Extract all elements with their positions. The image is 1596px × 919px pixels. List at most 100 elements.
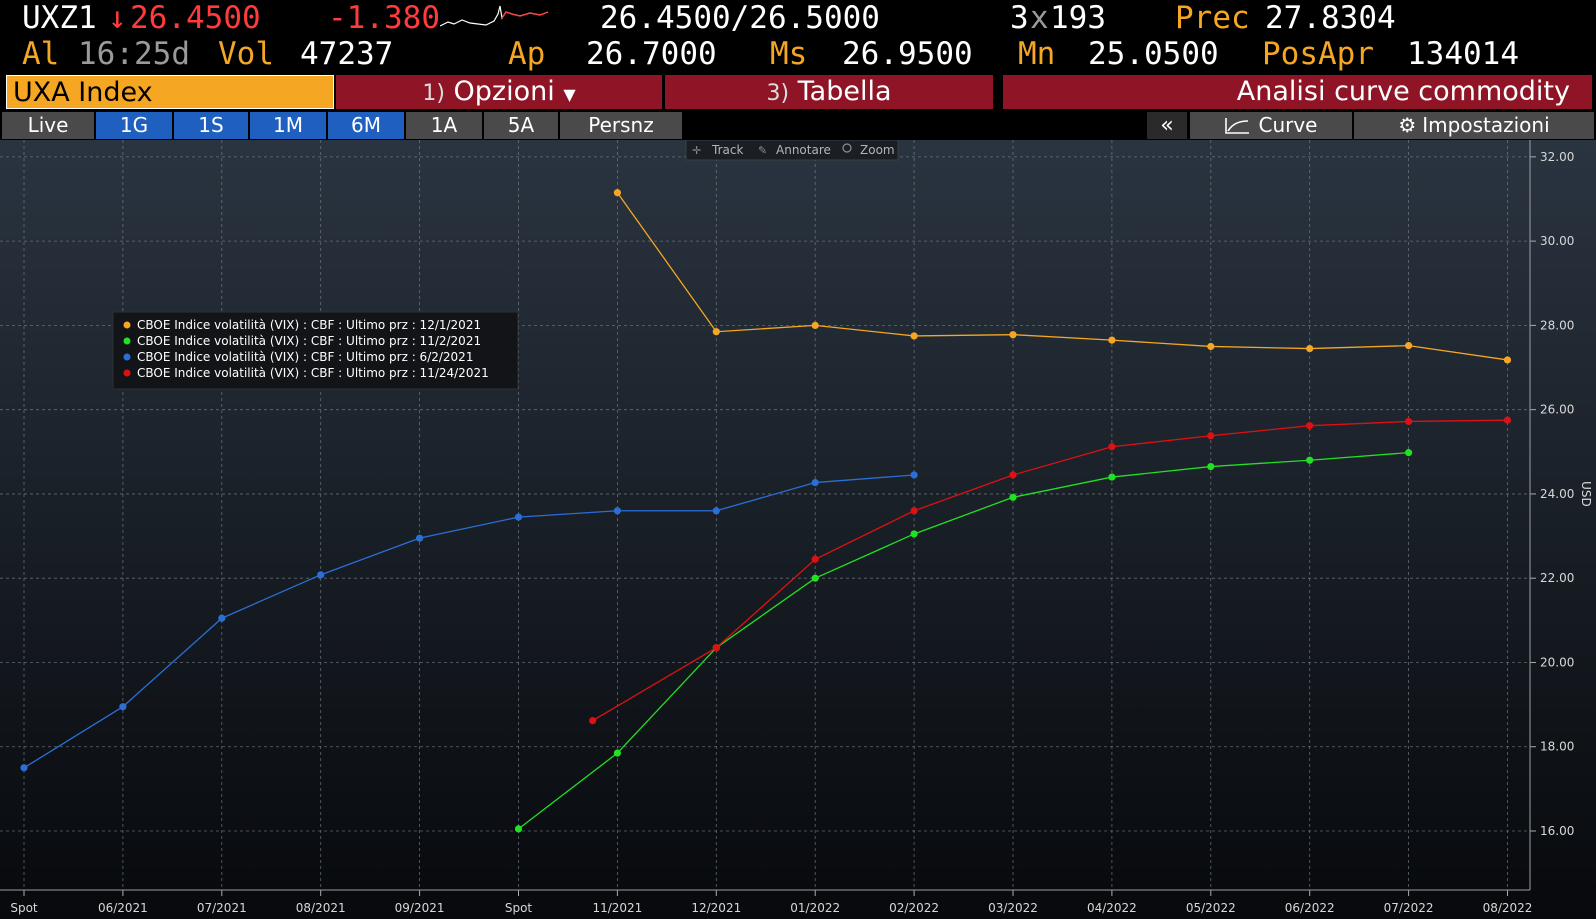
collapse-button[interactable]: « <box>1147 112 1187 139</box>
options-menu-button[interactable]: 1) Opzioni ▼ <box>336 75 662 109</box>
curves-button[interactable]: Curve <box>1190 112 1352 139</box>
x-tick-label: 06/2021 <box>98 901 148 915</box>
period-1a-label: 1A <box>430 113 458 137</box>
data-point <box>1108 336 1116 344</box>
x-tick-label: 05/2022 <box>1186 901 1236 915</box>
y-tick-label: 18.00 <box>1540 740 1574 754</box>
x-tick-label: 03/2022 <box>988 901 1038 915</box>
period-custom[interactable]: Persnz <box>560 112 682 139</box>
quote-line-1: UXZ1 ↓ 26.4500 -1.380 26.4500/26.5000 3 … <box>0 0 1596 36</box>
y-tick-label: 20.00 <box>1540 655 1574 669</box>
data-point <box>811 574 819 582</box>
data-point <box>1108 443 1116 451</box>
data-point <box>1503 356 1512 364</box>
y-tick-label: 30.00 <box>1540 234 1574 248</box>
data-point <box>317 571 325 579</box>
x-tick-label: 12/2021 <box>691 901 741 915</box>
legend-marker <box>123 337 131 345</box>
dropdown-arrow-icon: ▼ <box>563 85 576 104</box>
legend-marker <box>123 369 131 377</box>
quote-line-2: Al 16:25d Vol 47237 Ap 26.7000 Ms 26.950… <box>0 36 1596 72</box>
options-label: Opzioni <box>453 76 555 107</box>
x-tick-label: Spot <box>505 901 533 915</box>
data-point <box>811 321 819 329</box>
data-point <box>811 555 819 563</box>
bid-ask: 26.4500/26.5000 <box>600 0 880 36</box>
period-live[interactable]: Live <box>2 112 94 139</box>
zoom-label: Zoom <box>860 143 895 157</box>
open-interest-label: PosApr <box>1262 36 1374 72</box>
security-field[interactable]: UXA Index <box>6 75 334 109</box>
period-6m-label: 6M <box>351 113 381 137</box>
x-tick-label: Spot <box>10 901 38 915</box>
data-point <box>1207 342 1215 351</box>
table-label: Tabella <box>797 76 892 107</box>
period-1g-label: 1G <box>119 113 149 137</box>
x-tick-label: 07/2022 <box>1384 901 1434 915</box>
high-label: Ms <box>770 36 808 72</box>
sparkline-icon <box>440 5 549 27</box>
chart-legend: CBOE Indice volatilità (VIX) : CBF : Ult… <box>112 311 519 390</box>
track-button[interactable]: ✛ Track <box>692 143 743 157</box>
legend-label: CBOE Indice volatilità (VIX) : CBF : Ult… <box>137 350 473 364</box>
open-interest-value: 134014 <box>1407 36 1519 72</box>
x-tick-label: 06/2022 <box>1285 901 1335 915</box>
legend-marker <box>123 321 131 329</box>
y-tick-label: 16.00 <box>1540 824 1574 838</box>
quote-time: 16:25d <box>78 36 190 72</box>
data-point <box>416 534 424 542</box>
table-button[interactable]: 3) Tabella <box>665 75 993 109</box>
settings-label: Impostazioni <box>1422 113 1550 137</box>
crosshair-icon: ✛ <box>692 144 701 157</box>
data-point <box>1009 331 1017 339</box>
size-ask: 193 <box>1050 0 1106 36</box>
settings-button[interactable]: ⚙ Impostazioni <box>1354 112 1594 139</box>
period-5a[interactable]: 5A <box>484 112 558 139</box>
legend-label: CBOE Indice volatilità (VIX) : CBF : Ult… <box>137 318 481 332</box>
data-point <box>910 530 918 538</box>
open-value: 26.7000 <box>586 36 717 72</box>
period-1a[interactable]: 1A <box>406 112 482 139</box>
function-title-text: Analisi curve commodity <box>1236 76 1570 107</box>
x-tick-label: 09/2021 <box>395 901 445 915</box>
last-price: 26.4500 <box>130 0 261 36</box>
data-point <box>1503 416 1512 424</box>
y-tick-label: 26.00 <box>1540 403 1574 417</box>
data-point <box>1009 493 1017 501</box>
legend-label: CBOE Indice volatilità (VIX) : CBF : Ult… <box>137 334 481 348</box>
x-tick-label: 01/2022 <box>790 901 840 915</box>
period-1s-label: 1S <box>198 113 224 137</box>
data-point <box>613 507 622 515</box>
data-point <box>712 328 720 336</box>
data-point <box>1306 422 1314 430</box>
period-custom-label: Persnz <box>588 113 654 137</box>
low-label: Mn <box>1018 36 1056 72</box>
period-5a-label: 5A <box>507 113 535 137</box>
data-point <box>910 507 918 515</box>
data-point <box>1405 342 1413 350</box>
ticker: UXZ1 <box>22 0 97 36</box>
net-change: -1.380 <box>328 0 440 36</box>
data-point <box>514 825 523 833</box>
chart-background <box>0 140 1596 919</box>
period-1s[interactable]: 1S <box>174 112 248 139</box>
pencil-icon: ✎ <box>758 144 767 157</box>
curve-chart-icon <box>1225 118 1250 134</box>
period-1m[interactable]: 1M <box>250 112 326 139</box>
options-number: 1) <box>422 81 445 106</box>
size-separator: x <box>1030 0 1049 36</box>
curves-label: Curve <box>1258 113 1318 137</box>
data-point <box>218 614 226 622</box>
data-point <box>613 189 622 197</box>
data-point <box>811 478 819 487</box>
annotate-label: Annotare <box>776 143 831 157</box>
chart-toolbar: ✛ Track ✎ Annotare Zoom <box>685 140 899 161</box>
data-point <box>613 749 622 757</box>
x-tick-label: 02/2022 <box>889 901 939 915</box>
gear-icon: ⚙ <box>1398 113 1417 137</box>
period-live-label: Live <box>27 113 69 137</box>
period-6m[interactable]: 6M <box>328 112 404 139</box>
commodity-curve-chart[interactable]: 32.00 30.00 28.00 26.00 24.00 22.00 20.00 18.00… <box>0 140 1596 919</box>
data-point <box>1009 471 1017 479</box>
period-1g[interactable]: 1G <box>96 112 172 139</box>
